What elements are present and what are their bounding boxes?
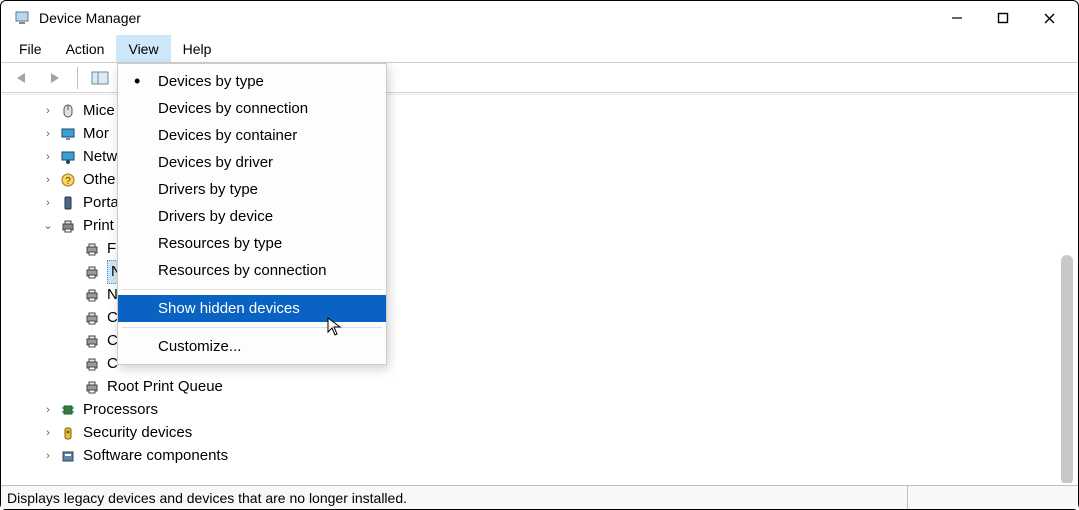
menu-view[interactable]: View [116, 35, 170, 62]
security-icon [59, 424, 77, 442]
toolbar-separator [77, 67, 78, 89]
tree-item-label: Security devices [83, 422, 192, 444]
menuitem-drivers-by-device[interactable]: Drivers by device [118, 203, 386, 230]
menu-action[interactable]: Action [54, 35, 117, 62]
tree-device[interactable]: Root Print Queue [21, 375, 1056, 398]
cpu-icon [59, 401, 77, 419]
dropdown-separator [122, 327, 382, 328]
expand-icon[interactable]: › [41, 422, 55, 444]
tree-item-label: Porta [83, 192, 119, 214]
expand-icon[interactable]: › [41, 146, 55, 168]
printer-icon [83, 263, 101, 281]
printer-icon [83, 332, 101, 350]
app-icon [13, 9, 31, 27]
tree-item-label: Othe [83, 169, 116, 191]
printer-icon [83, 355, 101, 373]
other-icon: ? [59, 171, 77, 189]
menuitem-devices-by-connection[interactable]: Devices by connection [118, 95, 386, 122]
menuitem-devices-by-driver[interactable]: Devices by driver [118, 149, 386, 176]
monitor-icon [59, 125, 77, 143]
menuitem-devices-by-container[interactable]: Devices by container [118, 122, 386, 149]
menuitem-resources-by-type[interactable]: Resources by type [118, 230, 386, 257]
tree-item-label: Print [83, 215, 114, 237]
expand-icon[interactable]: › [41, 445, 55, 467]
mouse-icon [59, 102, 77, 120]
tree-category[interactable]: › Processors [21, 398, 1056, 421]
menu-file[interactable]: File [7, 35, 54, 62]
menuitem-customize[interactable]: Customize... [118, 333, 386, 360]
printer-icon [83, 240, 101, 258]
nav-forward-button[interactable] [41, 66, 69, 90]
menuitem-drivers-by-type[interactable]: Drivers by type [118, 176, 386, 203]
tree-category[interactable]: › Security devices [21, 421, 1056, 444]
printer-icon [83, 378, 101, 396]
tree-item-label: F [107, 238, 116, 260]
tree-item-label: Software components [83, 445, 228, 467]
minimize-button[interactable] [934, 3, 980, 33]
tree-item-label: Mor [83, 123, 109, 145]
statusbar-separator [907, 486, 908, 509]
printer-cat-icon [59, 217, 77, 235]
printer-icon [83, 286, 101, 304]
vertical-scrollbar[interactable] [1061, 255, 1073, 483]
maximize-button[interactable] [980, 3, 1026, 33]
printer-icon [83, 309, 101, 327]
view-dropdown: Devices by type Devices by connection De… [117, 63, 387, 365]
menu-help[interactable]: Help [171, 35, 224, 62]
show-hide-console-button[interactable] [86, 66, 114, 90]
portable-icon [59, 194, 77, 212]
nav-back-button[interactable] [7, 66, 35, 90]
menuitem-resources-by-connection[interactable]: Resources by connection [118, 257, 386, 284]
network-icon [59, 148, 77, 166]
software-icon [59, 447, 77, 465]
expand-icon[interactable]: › [41, 100, 55, 122]
svg-text:?: ? [65, 176, 71, 187]
tree-item-label: Processors [83, 399, 158, 421]
dropdown-separator [122, 289, 382, 290]
menubar: File Action View Help [1, 35, 1078, 63]
expand-icon[interactable]: › [41, 399, 55, 421]
tree-category[interactable]: › Software components [21, 444, 1056, 467]
tree-item-label: Netw [83, 146, 117, 168]
tree-item-label: Mice [83, 100, 115, 122]
window-title: Device Manager [39, 10, 141, 26]
expand-icon[interactable]: › [41, 169, 55, 191]
expand-icon[interactable]: › [41, 123, 55, 145]
status-text: Displays legacy devices and devices that… [7, 490, 407, 506]
tree-item-label: Root Print Queue [107, 376, 223, 398]
statusbar: Displays legacy devices and devices that… [1, 485, 1078, 509]
expand-icon[interactable]: › [41, 192, 55, 214]
menuitem-devices-by-type[interactable]: Devices by type [118, 68, 386, 95]
close-button[interactable] [1026, 3, 1072, 33]
menuitem-show-hidden-devices[interactable]: Show hidden devices [118, 295, 386, 322]
collapse-icon[interactable]: ⌄ [41, 215, 55, 237]
titlebar: Device Manager [1, 1, 1078, 35]
